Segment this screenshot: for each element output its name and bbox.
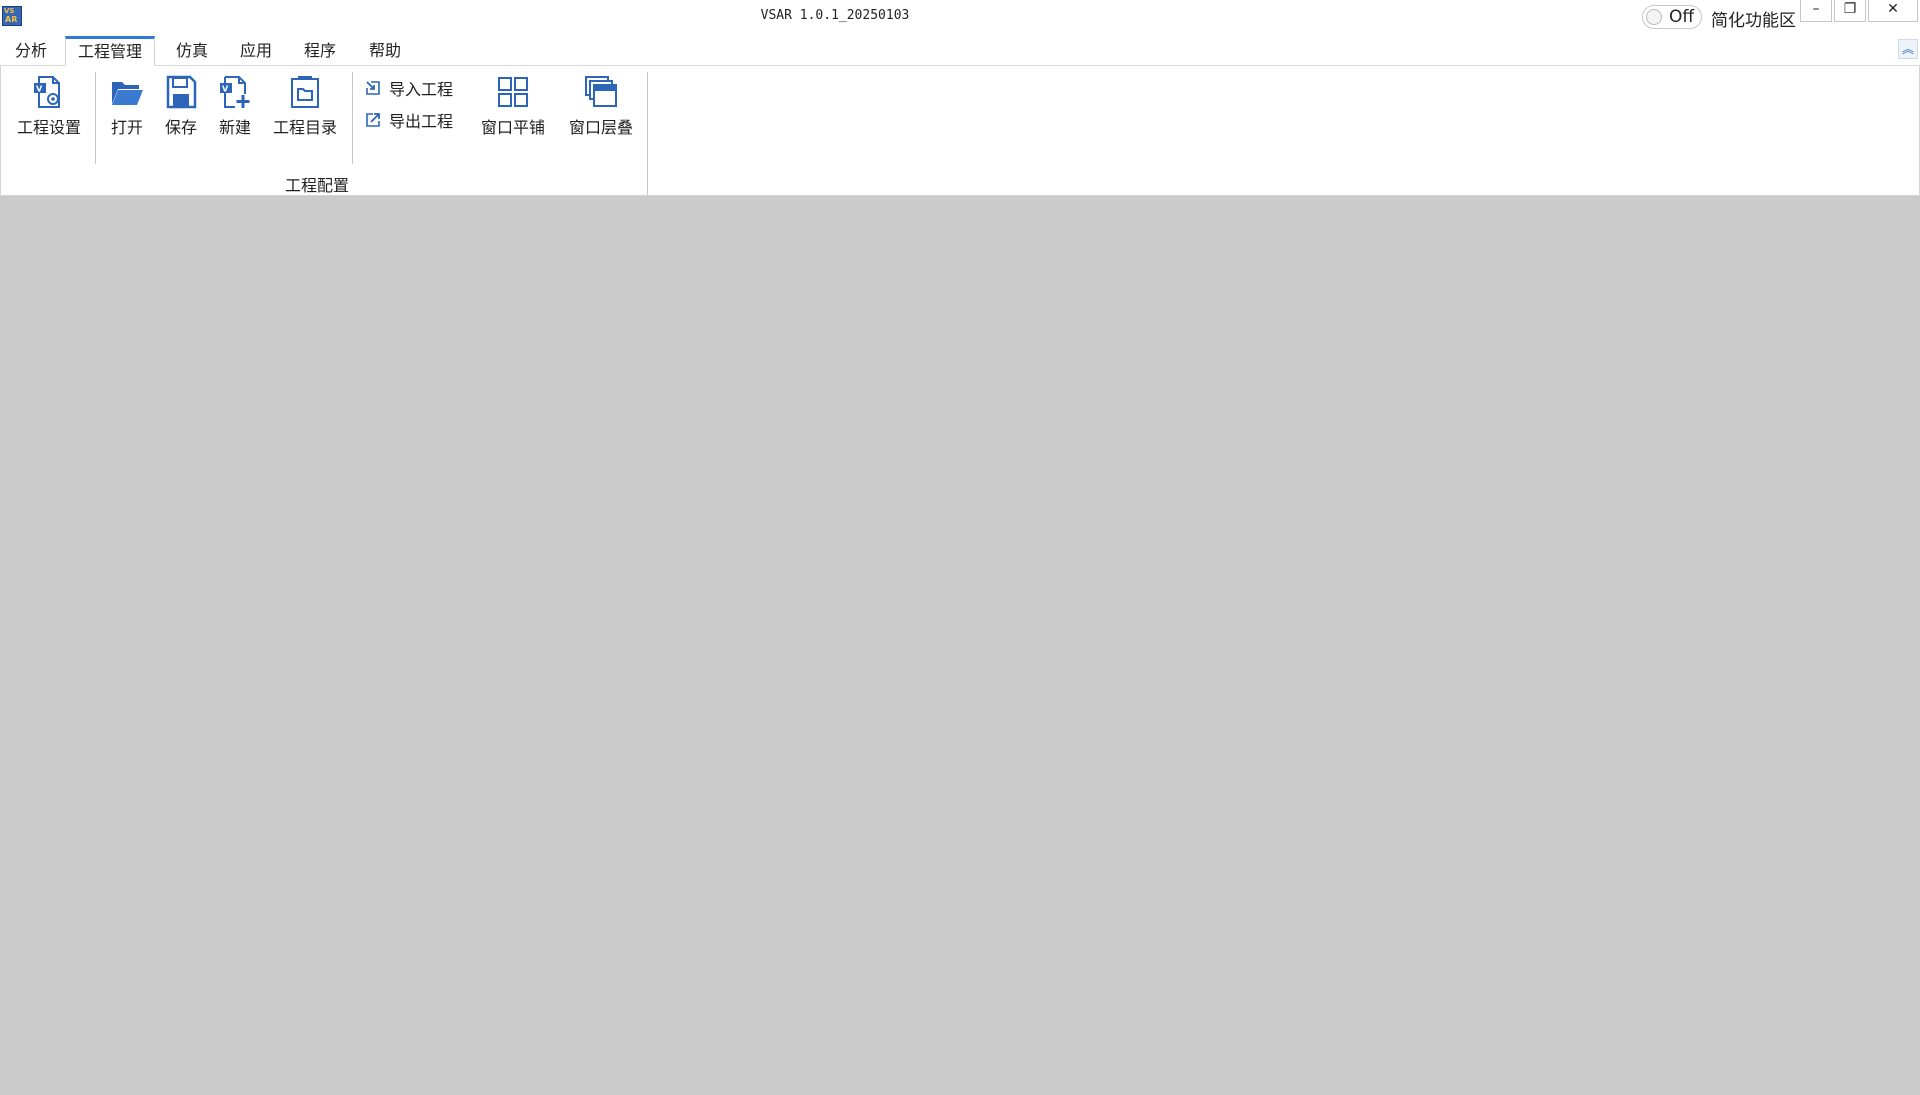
window-cascade-button[interactable]: 窗口层叠	[565, 74, 637, 138]
folder-open-icon	[109, 74, 145, 110]
ribbon-panel: V 工程设置 打开 保存 V 新建 工程目录 导入工程 导出工程 窗口平铺 窗口…	[0, 66, 1920, 196]
open-label: 打开	[110, 118, 143, 137]
tab-program[interactable]: 程序	[292, 39, 348, 66]
collapse-ribbon-button[interactable]: ︽	[1898, 39, 1918, 59]
save-disk-icon	[163, 74, 199, 110]
close-button[interactable]: ✕	[1868, 0, 1918, 22]
save-label: 保存	[164, 118, 197, 137]
ribbon-tab-bar: 分析 工程管理 仿真 应用 程序 帮助 ︽	[0, 34, 1920, 66]
svg-text:V: V	[36, 85, 43, 94]
open-button[interactable]: 打开	[105, 74, 149, 138]
import-project-button[interactable]: 导入工程	[365, 76, 461, 100]
ribbon-group-label: 工程配置	[285, 176, 350, 195]
project-directory-button[interactable]: 工程目录	[269, 74, 341, 138]
svg-text:V: V	[222, 85, 229, 94]
import-project-label: 导入工程	[389, 80, 454, 99]
tab-help[interactable]: 帮助	[357, 39, 413, 66]
ribbon-group-end-separator	[647, 72, 648, 196]
mdi-workspace[interactable]	[0, 196, 1920, 1095]
tab-analysis[interactable]: 分析	[3, 39, 59, 66]
simplify-ribbon-label: 简化功能区	[1711, 11, 1796, 31]
window-cascade-label: 窗口层叠	[568, 118, 633, 137]
simplify-ribbon-toggle[interactable]: Off	[1642, 5, 1702, 29]
project-directory-icon	[287, 74, 323, 110]
new-label: 新建	[218, 118, 251, 137]
project-settings-label: 工程设置	[16, 118, 81, 137]
toggle-knob	[1646, 9, 1662, 25]
project-settings-button[interactable]: V 工程设置	[13, 74, 85, 138]
minimize-button[interactable]: –	[1800, 0, 1832, 22]
window-tile-button[interactable]: 窗口平铺	[477, 74, 549, 138]
tab-simulation[interactable]: 仿真	[164, 39, 220, 66]
window-title: VSAR 1.0.1_20250103	[760, 8, 910, 23]
export-icon	[365, 112, 381, 128]
ribbon-separator	[95, 72, 96, 164]
ribbon-separator	[352, 72, 353, 164]
cascade-windows-icon	[583, 74, 619, 110]
tab-project-management[interactable]: 工程管理	[65, 36, 156, 66]
project-directory-label: 工程目录	[272, 118, 337, 137]
import-icon	[365, 80, 381, 96]
export-project-label: 导出工程	[389, 112, 454, 131]
tab-application[interactable]: 应用	[228, 39, 284, 66]
toggle-state-label: Off	[1669, 7, 1695, 27]
tile-windows-icon	[495, 74, 531, 110]
new-file-icon: V	[217, 74, 253, 110]
save-button[interactable]: 保存	[159, 74, 203, 138]
project-settings-icon: V	[31, 74, 67, 110]
restore-button[interactable]: ❐	[1834, 0, 1866, 22]
window-tile-label: 窗口平铺	[480, 118, 545, 137]
export-project-button[interactable]: 导出工程	[365, 108, 461, 132]
new-button[interactable]: V 新建	[213, 74, 257, 138]
title-bar: VSAR 1.0.1_20250103 Off 简化功能区 – ❐ ✕	[0, 0, 1920, 34]
